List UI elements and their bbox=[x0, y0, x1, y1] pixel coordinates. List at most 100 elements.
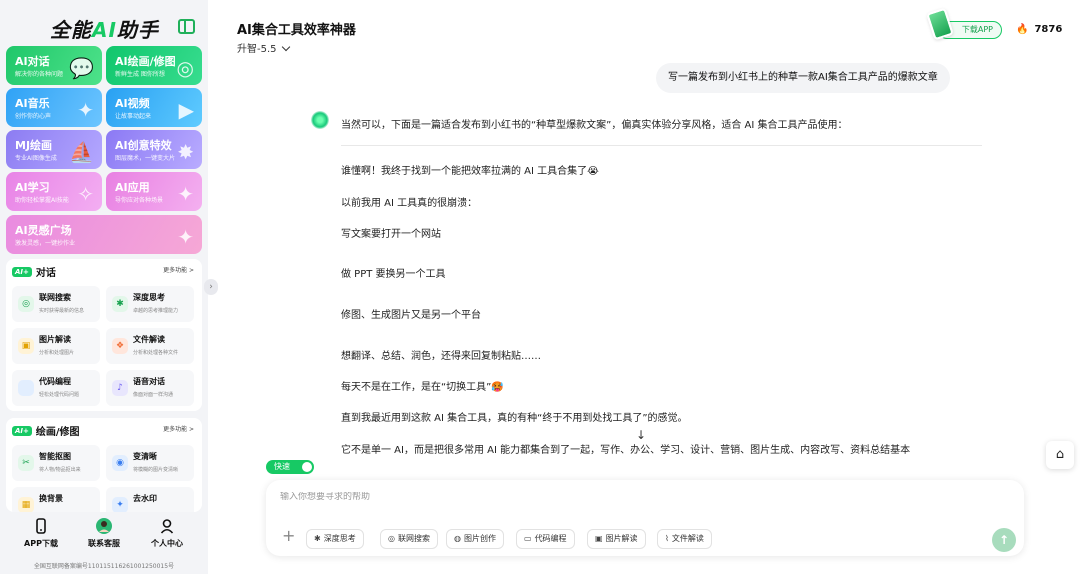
app-download-button[interactable]: APP下载 bbox=[13, 518, 69, 549]
feature-card-title: MJ绘画 bbox=[15, 139, 53, 152]
support-avatar-icon bbox=[96, 518, 112, 534]
tool-item[interactable]: ▣ 图片解读 分析和处理图片 bbox=[12, 328, 100, 364]
side-float-icon[interactable]: ⌂ bbox=[1046, 441, 1074, 469]
feature-card-title: AI应用 bbox=[115, 181, 150, 194]
tool-item[interactable]: ♪ 语音对话 像面对面一样沟通 bbox=[106, 370, 194, 406]
feature-card-title: AI创意特效 bbox=[115, 139, 172, 152]
feature-card[interactable]: AI绘画/修图 新鲜生成 图你所想 ◎ bbox=[106, 46, 202, 85]
tool-title: 文件解读 bbox=[133, 335, 165, 344]
tool-title: 去水印 bbox=[133, 494, 157, 503]
reply-paragraph: 修图、生成图片又是另一个平台 bbox=[341, 310, 481, 321]
tool-title: 换背景 bbox=[39, 494, 63, 503]
code-icon: ▭ bbox=[524, 534, 532, 543]
sail-icon: ⛵ bbox=[69, 140, 94, 164]
icp-license[interactable]: 全国互联网备案编号110115116261001250015号 bbox=[0, 561, 208, 570]
tool-item[interactable]: ◉ 变清晰 将模糊的图片变清晰 bbox=[106, 445, 194, 481]
music-icon: ✦ bbox=[77, 98, 94, 122]
paint-icon: ◎ bbox=[176, 56, 194, 80]
tool-subtitle: 分析和处理图片 bbox=[39, 350, 75, 356]
fast-mode-toggle[interactable]: 快速 bbox=[266, 460, 314, 474]
prompt-input[interactable] bbox=[280, 492, 880, 502]
feature-card-subtitle: 导你应对各种场景 bbox=[115, 197, 164, 204]
contact-support-button[interactable]: 联系客服 bbox=[76, 518, 132, 549]
tool-item[interactable]: ❖ 文件解读 分析和处理各种文件 bbox=[106, 328, 194, 364]
reply-paragraph: 以前我用 AI 工具真的很崩溃： bbox=[341, 198, 478, 209]
composer-chip[interactable]: ◎ 联网搜索 bbox=[380, 529, 438, 549]
tool-subtitle: 将人物/物品抠出来 bbox=[39, 467, 81, 473]
tool-item[interactable]: ✦ 去水印 bbox=[106, 487, 194, 512]
chat-icon: 💬 bbox=[69, 56, 94, 80]
section-title: 对话 bbox=[35, 268, 56, 279]
coin-balance[interactable]: 🔥 7876 bbox=[1016, 24, 1062, 35]
page-title: AI集合工具效率神器 bbox=[237, 23, 356, 38]
reply-paragraph: 想翻译、总结、润色，还得来回复制粘贴…… bbox=[341, 351, 541, 362]
model-selector[interactable]: 升智-5.5 bbox=[237, 40, 290, 55]
tool-subtitle: 实时获得最新的信息 bbox=[39, 308, 85, 314]
feature-card[interactable]: MJ绘画 专业AI图像生成 ⛵ bbox=[6, 130, 102, 169]
section-paint: AI+ 绘画/修图 更多功能 > ✂ 智能抠图 将人物/物品抠出来 ◉ 变清晰 将模… bbox=[6, 418, 202, 512]
globe-icon: ◎ bbox=[388, 534, 395, 543]
divider bbox=[341, 145, 982, 146]
feature-card[interactable]: AI视频 让故事动起来 ▶ bbox=[106, 88, 202, 127]
tool-subtitle: 像面对面一样沟通 bbox=[133, 392, 174, 398]
composer-chip[interactable]: ◍ 图片创作 bbox=[446, 529, 504, 549]
feature-card-title: AI视频 bbox=[115, 97, 150, 110]
reply-paragraph: 每天不是在工作，是在“切换工具”🥵 bbox=[341, 382, 504, 393]
bottom-nav: APP下载 联系客服 个人中心 bbox=[0, 510, 208, 560]
assistant-avatar-icon bbox=[311, 111, 329, 129]
tool-title: 深度思考 bbox=[133, 293, 165, 302]
composer: + ✱深度思考 ◎联网搜索 ◍图片创作 ▭代码编程 ▣图片解读 ⌇文件解读 ↑ bbox=[266, 480, 1024, 556]
scroll-down-icon[interactable]: ↓ bbox=[636, 428, 646, 442]
deep-think-icon: ✱ bbox=[112, 296, 128, 312]
feature-card[interactable]: AI学习 助你轻松掌握AI技能 ✧ bbox=[6, 172, 102, 211]
tool-item[interactable]: ✂ 智能抠图 将人物/物品抠出来 bbox=[12, 445, 100, 481]
star-icon: ✧ bbox=[77, 182, 94, 206]
feature-card-subtitle: 专业AI图像生成 bbox=[15, 155, 57, 162]
plus-icon[interactable]: + bbox=[282, 528, 295, 544]
composer-chip[interactable]: ✱ 深度思考 bbox=[306, 529, 364, 549]
sparkle-icon: ✦ bbox=[177, 225, 194, 249]
image-read-icon: ▣ bbox=[18, 338, 34, 354]
tool-title: 代码编程 bbox=[39, 377, 71, 386]
tool-title: 变清晰 bbox=[133, 452, 157, 461]
reply-paragraph: 写文案要打开一个网站 bbox=[341, 229, 441, 240]
tool-subtitle: 分析和处理各种文件 bbox=[133, 350, 179, 356]
feature-card-subtitle: 助你轻松掌握AI技能 bbox=[15, 197, 69, 204]
tool-subtitle: 将模糊的图片变清晰 bbox=[133, 467, 179, 473]
more-features-link[interactable]: 更多功能 > bbox=[163, 265, 194, 274]
tool-item[interactable]: ▦ 换背景 bbox=[12, 487, 100, 512]
feature-card[interactable]: AI音乐 创作你的心声 ✦ bbox=[6, 88, 102, 127]
feature-card[interactable]: AI对话 解决你的各种问题 💬 bbox=[6, 46, 102, 85]
feature-card-subtitle: 激发灵感，一键抄作业 bbox=[15, 240, 76, 247]
phone-icon bbox=[36, 518, 46, 534]
tool-title: 图片解读 bbox=[39, 335, 71, 344]
sidebar: 全能AI助手 AI对话 解决你的各种问题 💬 AI绘画/修图 新鲜生成 图你所想 … bbox=[0, 0, 208, 574]
composer-chip[interactable]: ▭ 代码编程 bbox=[516, 529, 575, 549]
phone-icon bbox=[926, 7, 954, 41]
cutout-icon: ✂ bbox=[18, 455, 34, 471]
sidebar-toggle-chevron-icon[interactable]: › bbox=[204, 279, 218, 295]
grid-icon: ✦ bbox=[177, 182, 194, 206]
feature-card[interactable]: AI创意特效 图层魔术，一键变大片 ✸ bbox=[106, 130, 202, 169]
feature-card-subtitle: 让故事动起来 bbox=[115, 113, 152, 120]
sidebar-collapse-icon[interactable] bbox=[178, 19, 195, 34]
flame-icon: 🔥 bbox=[1016, 24, 1029, 35]
tool-item[interactable]: ◎ 联网搜索 实时获得最新的信息 bbox=[12, 286, 100, 322]
tool-item[interactable]: ✱ 深度思考 卓越的思考推理能力 bbox=[106, 286, 194, 322]
tool-item[interactable]: 代码编程 轻松处理代码问题 bbox=[12, 370, 100, 406]
composer-chip[interactable]: ▣ 图片解读 bbox=[587, 529, 646, 549]
composer-chip[interactable]: ⌇ 文件解读 bbox=[657, 529, 712, 549]
voice-icon: ♪ bbox=[112, 380, 128, 396]
feature-card[interactable]: AI应用 导你应对各种场景 ✦ bbox=[106, 172, 202, 211]
feature-card[interactable]: AI灵感广场 激发灵感，一键抄作业 ✦ bbox=[6, 215, 202, 254]
tool-title: 智能抠图 bbox=[39, 452, 71, 461]
more-features-link[interactable]: 更多功能 > bbox=[163, 424, 194, 433]
send-button[interactable]: ↑ bbox=[992, 528, 1016, 552]
tool-title: 联网搜索 bbox=[39, 293, 71, 302]
feature-card-title: AI学习 bbox=[15, 181, 50, 194]
app-logo[interactable]: 全能AI助手 bbox=[50, 14, 159, 43]
profile-button[interactable]: 个人中心 bbox=[139, 518, 195, 549]
feature-card-subtitle: 图层魔术，一键变大片 bbox=[115, 155, 176, 162]
reply-paragraph: 做 PPT 要换另一个工具 bbox=[341, 269, 446, 280]
feature-card-title: AI对话 bbox=[15, 55, 50, 68]
